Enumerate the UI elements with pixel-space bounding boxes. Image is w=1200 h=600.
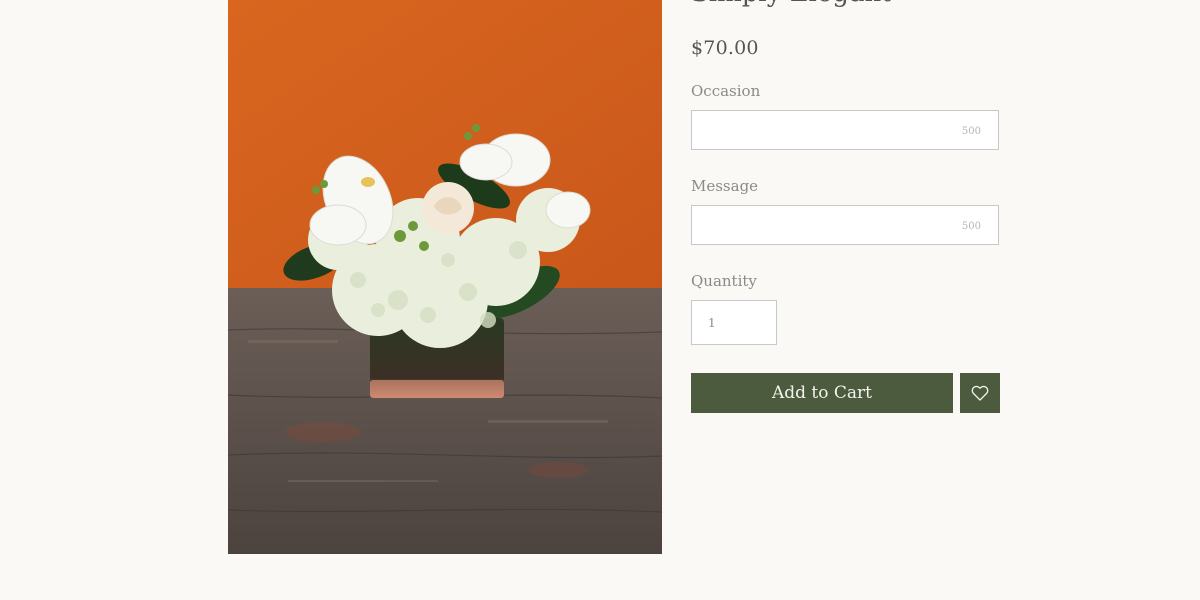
product-title: Simply Elegant	[691, 0, 1001, 8]
occasion-char-counter: 500	[961, 126, 981, 137]
wishlist-button[interactable]	[960, 373, 1000, 413]
product-page: Simply Elegant $70.00 Occasion 500 Messa…	[0, 0, 1200, 600]
quantity-input[interactable]: 1	[691, 300, 777, 345]
occasion-label: Occasion	[691, 82, 761, 100]
message-field[interactable]: 500	[691, 205, 999, 245]
occasion-field[interactable]: 500	[691, 110, 999, 150]
product-details: Simply Elegant $70.00 Occasion 500 Messa…	[691, 0, 1001, 600]
heart-icon	[971, 385, 989, 401]
quantity-value: 1	[708, 316, 716, 330]
add-to-cart-button[interactable]: Add to Cart	[691, 373, 953, 413]
flower-arrangement-photo	[228, 0, 662, 554]
product-image[interactable]	[228, 0, 662, 554]
message-label: Message	[691, 177, 759, 195]
quantity-label: Quantity	[691, 272, 757, 290]
product-price: $70.00	[691, 37, 759, 59]
message-char-counter: 500	[961, 221, 981, 232]
